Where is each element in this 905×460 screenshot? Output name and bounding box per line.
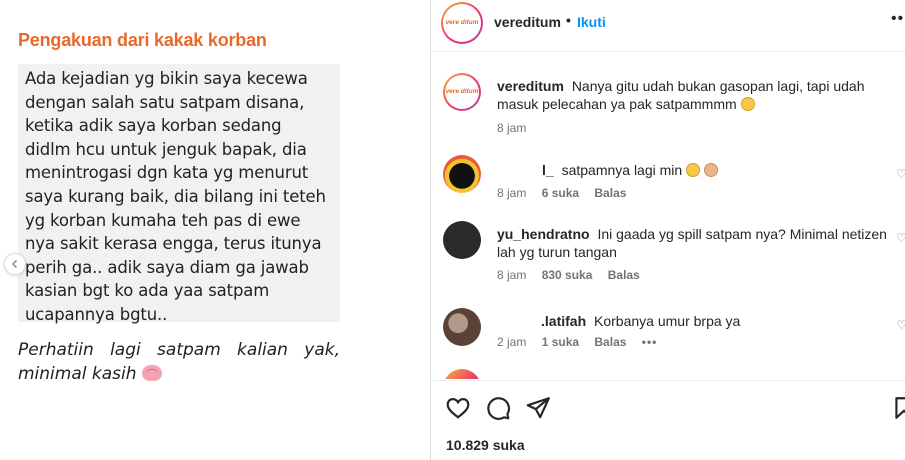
comment-body: l_ satpamnya lagi min <box>497 161 901 179</box>
heart-hands-emoji-icon <box>703 163 718 177</box>
comment-more-button[interactable]: ••• <box>642 335 658 349</box>
smile-emoji-icon <box>740 97 755 111</box>
comment-text: satpamnya lagi min <box>561 162 683 178</box>
comment-body: .latifah Korbanya umur brpa ya <box>497 312 901 330</box>
comment-likes[interactable]: 6 suka <box>542 186 579 200</box>
post-heading: Pengakuan dari kakak korban <box>18 30 267 50</box>
comment-time: 8 jam <box>497 186 527 200</box>
like-heart-icon[interactable] <box>445 395 471 421</box>
author-avatar[interactable]: vere ditum <box>441 2 483 44</box>
carousel-prev-button[interactable] <box>4 253 26 275</box>
comment-bubble-icon[interactable] <box>485 395 511 421</box>
comment-username[interactable]: .latifah <box>541 313 586 329</box>
quote-box: Ada kejadian yg bikin saya kecewa dengan… <box>18 64 340 324</box>
caption-meta: 8 jam <box>497 121 538 135</box>
comments-list: vere ditum vereditum Nanya gitu udah buk… <box>431 53 905 379</box>
upside-down-face-emoji-icon <box>686 163 701 177</box>
commenter-avatar[interactable] <box>443 221 481 259</box>
likes-count[interactable]: 10.829 suka <box>446 437 525 453</box>
post-caption: Perhatiin lagi satpam kalian yak, minima… <box>18 338 340 386</box>
reply-button[interactable]: Balas <box>594 186 626 200</box>
post-media: Pengakuan dari kakak korban Ada kejadian… <box>0 0 430 460</box>
comment-meta: 8 jam 6 suka Balas <box>497 186 638 200</box>
comment-time: 2 jam <box>497 335 527 349</box>
caption-time: 8 jam <box>497 121 527 135</box>
follow-button[interactable]: Ikuti <box>577 14 606 30</box>
caption-username[interactable]: vereditum <box>497 78 564 94</box>
post-header: vere ditum vereditum • Ikuti •• <box>431 0 905 52</box>
commenter-avatar[interactable] <box>443 369 481 379</box>
author-username[interactable]: vereditum <box>494 14 561 30</box>
comment-likes[interactable]: 1 suka <box>542 335 579 349</box>
post-actions-bar: 10.829 suka <box>431 380 905 460</box>
brain-emoji-icon <box>141 365 162 381</box>
comment-meta: 2 jam 1 suka Balas ••• <box>497 335 669 349</box>
caption-avatar-logo: vere ditum <box>445 75 479 109</box>
comment-body: yu_hendratno Ini gaada yg spill satpam n… <box>497 225 901 261</box>
comment-username[interactable]: yu_hendratno <box>497 226 590 242</box>
post-caption-text: Perhatiin lagi satpam kalian yak, minima… <box>18 340 340 384</box>
chevron-left-icon <box>11 259 18 269</box>
post-side-panel: vere ditum vereditum • Ikuti •• vere dit… <box>431 0 905 460</box>
like-comment-icon[interactable]: ♡ <box>896 231 905 245</box>
commenter-avatar[interactable] <box>443 155 481 193</box>
like-comment-icon[interactable]: ♡ <box>896 167 905 181</box>
comment-meta: 8 jam 830 suka Balas <box>497 268 652 282</box>
caption-avatar[interactable]: vere ditum <box>443 73 481 111</box>
commenter-avatar[interactable] <box>443 308 481 346</box>
share-send-icon[interactable] <box>525 395 551 421</box>
comment-time: 8 jam <box>497 268 527 282</box>
save-bookmark-icon[interactable] <box>891 395 905 421</box>
more-options-icon[interactable]: •• <box>891 10 904 28</box>
reply-button[interactable]: Balas <box>608 268 640 282</box>
like-comment-icon[interactable]: ♡ <box>896 318 905 332</box>
author-avatar-logo: vere ditum <box>443 4 481 42</box>
comment-username[interactable]: l_ <box>542 162 554 178</box>
comment-likes[interactable]: 830 suka <box>542 268 593 282</box>
comment-text: Korbanya umur brpa ya <box>594 313 741 329</box>
header-separator-dot: • <box>566 12 571 28</box>
quote-text: Ada kejadian yg bikin saya kecewa dengan… <box>25 69 326 324</box>
caption-comment-body: vereditum Nanya gitu udah bukan gasopan … <box>497 77 901 113</box>
reply-button[interactable]: Balas <box>594 335 626 349</box>
